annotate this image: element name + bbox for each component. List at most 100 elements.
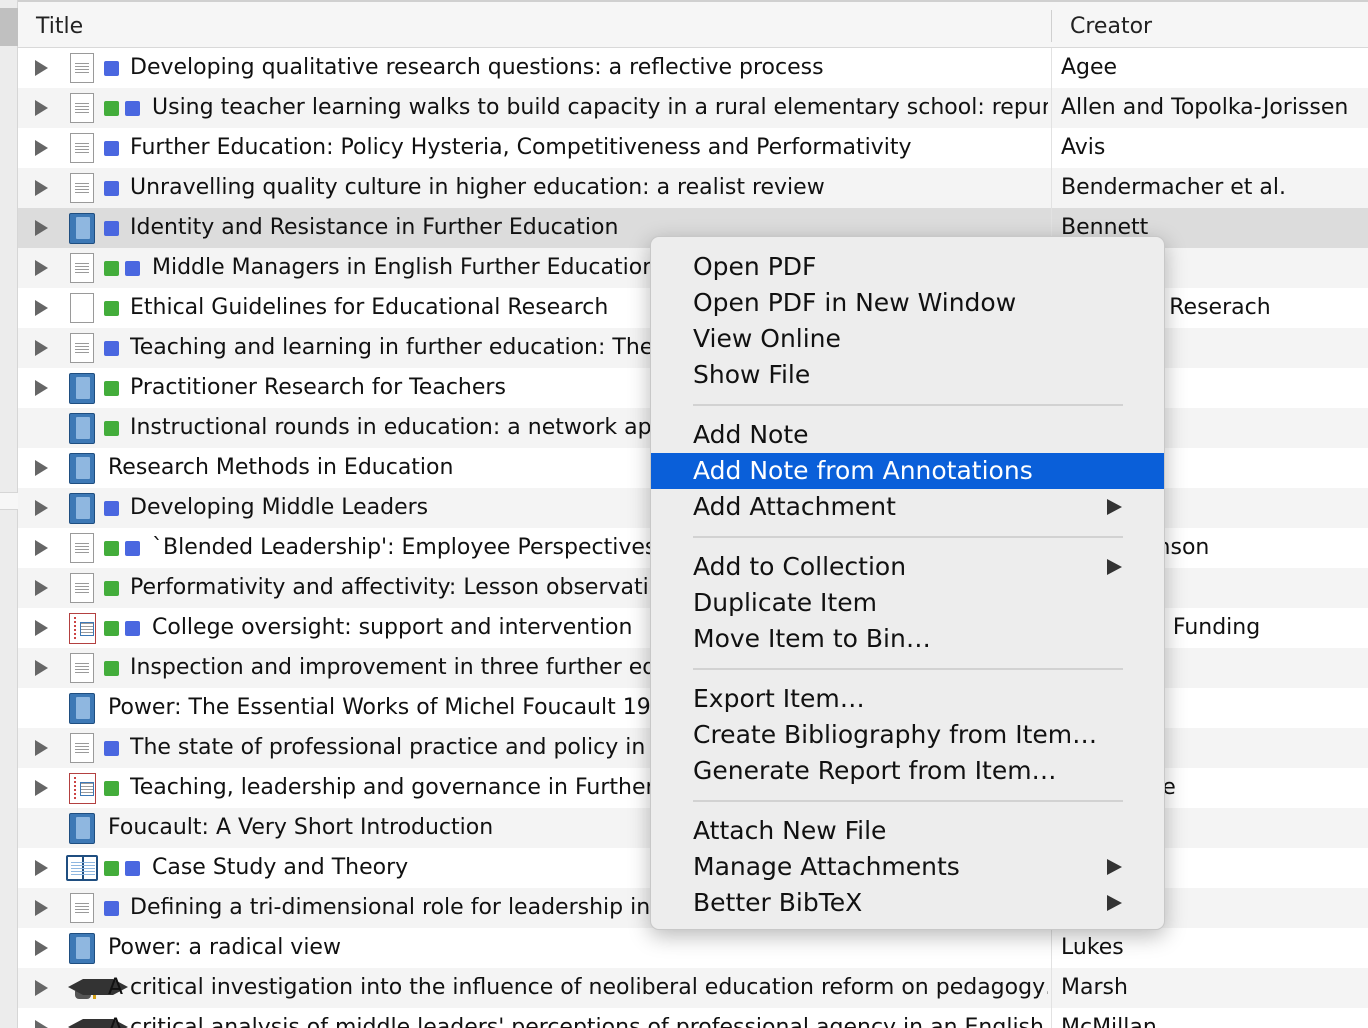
expand-triangle-icon[interactable] (35, 460, 48, 476)
tag-colors (104, 301, 119, 316)
left-pane-scroll-thumb[interactable] (0, 8, 18, 46)
document-icon (68, 253, 96, 283)
menu-item-move-item-to-bin[interactable]: Move Item to Bin… (651, 621, 1164, 657)
report-icon (68, 613, 96, 644)
item-title: Using teacher learning walks to build ca… (152, 95, 1048, 120)
submenu-arrow-icon (1107, 559, 1122, 575)
table-row[interactable]: A critical investigation into the influe… (18, 968, 1368, 1008)
green-tag-swatch (104, 861, 119, 876)
submenu-arrow-icon (1107, 859, 1122, 875)
menu-item-generate-report-from-item[interactable]: Generate Report from Item… (651, 753, 1164, 789)
expand-triangle-icon[interactable] (35, 580, 48, 596)
expand-triangle-icon[interactable] (35, 60, 48, 76)
expand-triangle-icon[interactable] (35, 380, 48, 396)
document-icon (68, 533, 96, 563)
menu-item-label: Manage Attachments (693, 852, 960, 881)
menu-item-show-file[interactable]: Show File (651, 357, 1164, 393)
menu-item-open-pdf-in-new-window[interactable]: Open PDF in New Window (651, 285, 1164, 321)
menu-item-add-note-from-annotations[interactable]: Add Note from Annotations (651, 453, 1164, 489)
tag-colors (104, 501, 119, 516)
menu-item-label: Add Note from Annotations (693, 456, 1033, 485)
blue-tag-swatch (104, 741, 119, 756)
expand-triangle-icon[interactable] (35, 140, 48, 156)
menu-item-add-note[interactable]: Add Note (651, 417, 1164, 453)
book-icon (68, 413, 96, 444)
expand-triangle-icon[interactable] (35, 980, 48, 996)
left-pane-edge (0, 0, 18, 1028)
menu-item-add-attachment[interactable]: Add Attachment (651, 489, 1164, 525)
column-separator (1051, 168, 1052, 208)
blue-tag-swatch (104, 141, 119, 156)
item-creator: Lukes (1061, 935, 1124, 960)
expand-triangle-icon[interactable] (35, 300, 48, 316)
menu-separator (693, 668, 1123, 670)
expand-triangle-icon[interactable] (35, 660, 48, 676)
document-icon (68, 133, 96, 163)
expand-triangle-icon[interactable] (35, 860, 48, 876)
expand-triangle-icon[interactable] (35, 100, 48, 116)
expand-triangle-icon[interactable] (35, 220, 48, 236)
column-header-creator[interactable]: Creator (1070, 2, 1152, 48)
item-title: Developing qualitative research question… (130, 55, 824, 80)
green-tag-swatch (104, 101, 119, 116)
expand-triangle-icon[interactable] (35, 1020, 48, 1028)
column-header-title[interactable]: Title (36, 2, 83, 48)
tag-colors (104, 141, 119, 156)
table-row[interactable]: Developing qualitative research question… (18, 48, 1368, 88)
tag-colors (104, 181, 119, 196)
menu-item-view-online[interactable]: View Online (651, 321, 1164, 357)
menu-item-attach-new-file[interactable]: Attach New File (651, 813, 1164, 849)
column-separator (1051, 928, 1052, 968)
menu-separator (693, 800, 1123, 802)
expand-triangle-icon[interactable] (35, 260, 48, 276)
tag-colors (104, 61, 119, 76)
table-row[interactable]: Further Education: Policy Hysteria, Comp… (18, 128, 1368, 168)
tag-colors (104, 861, 140, 876)
expand-triangle-icon[interactable] (35, 500, 48, 516)
menu-item-manage-attachments[interactable]: Manage Attachments (651, 849, 1164, 885)
expand-triangle-icon[interactable] (35, 900, 48, 916)
tag-colors (104, 781, 119, 796)
menu-item-label: Open PDF in New Window (693, 288, 1017, 317)
menu-separator (693, 536, 1123, 538)
menu-item-open-pdf[interactable]: Open PDF (651, 249, 1164, 285)
tag-colors (104, 581, 119, 596)
menu-item-better-bibtex[interactable]: Better BibTeX (651, 885, 1164, 921)
blue-tag-swatch (125, 541, 140, 556)
table-row[interactable]: Using teacher learning walks to build ca… (18, 88, 1368, 128)
table-header: Title Creator (18, 0, 1368, 48)
expand-triangle-icon[interactable] (35, 180, 48, 196)
menu-item-create-bibliography-from-item[interactable]: Create Bibliography from Item… (651, 717, 1164, 753)
left-pane-separator[interactable] (0, 492, 18, 510)
item-creator: Avis (1061, 135, 1106, 160)
expand-triangle-icon[interactable] (35, 540, 48, 556)
green-tag-swatch (104, 301, 119, 316)
menu-item-label: Create Bibliography from Item… (693, 720, 1098, 749)
expand-triangle-icon[interactable] (35, 620, 48, 636)
column-divider[interactable] (1051, 10, 1052, 42)
tag-colors (104, 661, 119, 676)
book-icon (68, 373, 96, 404)
tag-colors (104, 221, 119, 236)
green-tag-swatch (104, 781, 119, 796)
menu-item-export-item[interactable]: Export Item… (651, 681, 1164, 717)
report-icon (68, 773, 96, 804)
menu-item-label: Add to Collection (693, 552, 907, 581)
blue-tag-swatch (104, 901, 119, 916)
item-creator: McMillan (1061, 1015, 1157, 1028)
green-tag-swatch (104, 581, 119, 596)
document-icon (68, 93, 96, 123)
expand-triangle-icon[interactable] (35, 340, 48, 356)
table-row[interactable]: Power: a radical view Lukes (18, 928, 1368, 968)
table-row[interactable]: A critical analysis of middle leaders' p… (18, 1008, 1368, 1028)
document-icon (68, 733, 96, 763)
expand-triangle-icon[interactable] (35, 740, 48, 756)
column-separator (1051, 1008, 1052, 1028)
expand-triangle-icon[interactable] (35, 940, 48, 956)
expand-triangle-icon[interactable] (35, 780, 48, 796)
menu-item-duplicate-item[interactable]: Duplicate Item (651, 585, 1164, 621)
item-title: A critical investigation into the influe… (108, 975, 1048, 1000)
menu-item-add-to-collection[interactable]: Add to Collection (651, 549, 1164, 585)
table-row[interactable]: Unravelling quality culture in higher ed… (18, 168, 1368, 208)
blue-tag-swatch (104, 341, 119, 356)
